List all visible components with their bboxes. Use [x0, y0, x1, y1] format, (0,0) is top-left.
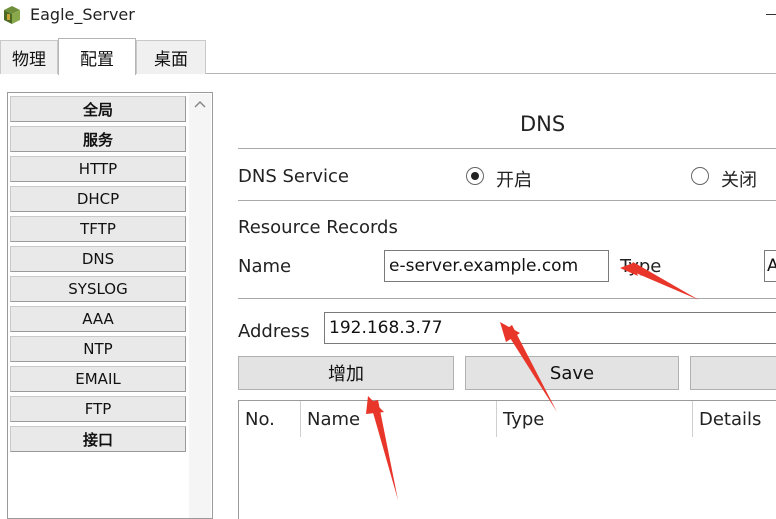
- type-label: Type: [620, 256, 662, 277]
- sidebar-item-http[interactable]: HTTP: [10, 156, 186, 182]
- tab-desktop[interactable]: 桌面: [136, 40, 206, 74]
- sidebar-scrollbar[interactable]: [189, 94, 211, 518]
- resource-records-label: Resource Records: [238, 217, 398, 238]
- column-header-details[interactable]: Details: [693, 401, 776, 437]
- sidebar-item-email[interactable]: EMAIL: [10, 366, 186, 392]
- sidebar-item-global[interactable]: 全局: [10, 96, 186, 122]
- column-header-name[interactable]: Name: [301, 401, 497, 437]
- minimize-button[interactable]: [766, 14, 776, 15]
- sidebar-item-ntp[interactable]: NTP: [10, 336, 186, 362]
- dns-panel-title: DNS: [520, 112, 566, 136]
- tab-config[interactable]: 配置: [58, 38, 136, 75]
- remove-button[interactable]: [690, 356, 776, 390]
- column-header-no[interactable]: No.: [239, 401, 301, 437]
- name-label: Name: [238, 256, 292, 277]
- type-select[interactable]: A: [764, 250, 776, 282]
- service-divider: [238, 200, 776, 201]
- scroll-up-icon[interactable]: [193, 98, 207, 110]
- add-button[interactable]: 增加: [238, 356, 454, 390]
- records-divider: [238, 298, 776, 299]
- sidebar-item-ftp[interactable]: FTP: [10, 396, 186, 422]
- server-app-icon: [4, 6, 20, 24]
- title-bar: Eagle_Server: [0, 0, 776, 32]
- address-input[interactable]: [324, 312, 776, 344]
- save-button[interactable]: Save: [465, 356, 679, 390]
- window-title: Eagle_Server: [30, 5, 135, 24]
- dns-on-label: 开启: [496, 170, 532, 191]
- sidebar: 全局 服务 HTTP DHCP TFTP DNS SYSLOG AAA NTP …: [7, 92, 213, 519]
- dns-off-label: 关闭: [721, 170, 757, 191]
- sidebar-item-dns[interactable]: DNS: [10, 246, 186, 272]
- dns-records-table: No. Name Type Details: [238, 400, 776, 519]
- dns-off-radio[interactable]: [691, 167, 709, 185]
- name-input[interactable]: [384, 250, 609, 282]
- title-divider: [238, 148, 776, 149]
- address-label: Address: [238, 321, 310, 342]
- sidebar-item-tftp[interactable]: TFTP: [10, 216, 186, 242]
- dns-on-radio[interactable]: [466, 167, 484, 185]
- sidebar-item-dhcp[interactable]: DHCP: [10, 186, 186, 212]
- sidebar-item-aaa[interactable]: AAA: [10, 306, 186, 332]
- tab-bar: 物理 配置 桌面: [0, 38, 776, 75]
- tab-physical[interactable]: 物理: [0, 40, 58, 74]
- sidebar-item-syslog[interactable]: SYSLOG: [10, 276, 186, 302]
- column-header-type[interactable]: Type: [497, 401, 693, 437]
- sidebar-item-services[interactable]: 服务: [10, 126, 186, 152]
- sidebar-item-interface[interactable]: 接口: [10, 426, 186, 452]
- dns-service-label: DNS Service: [238, 166, 349, 187]
